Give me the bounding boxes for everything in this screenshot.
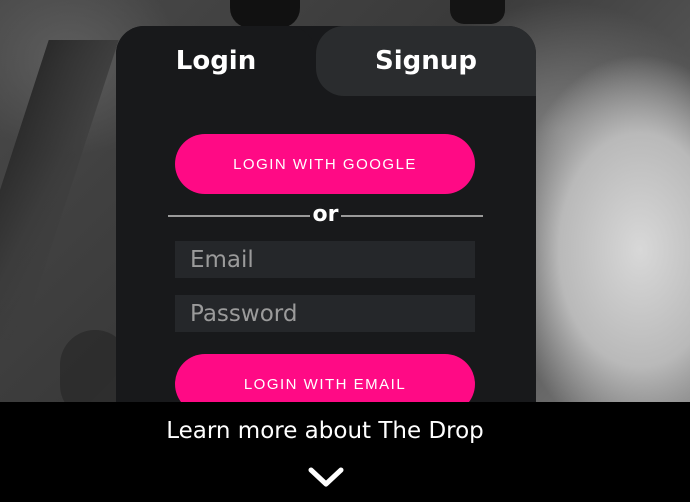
email-field[interactable]: [175, 241, 475, 278]
chevron-down-icon[interactable]: [308, 466, 344, 488]
password-field[interactable]: [175, 295, 475, 332]
divider-line: [168, 215, 310, 217]
tab-signup[interactable]: Signup: [316, 26, 536, 96]
background-shape: [450, 0, 505, 24]
auth-tabs: Login Signup: [116, 26, 536, 96]
learn-more-bar[interactable]: Learn more about The Drop: [0, 402, 690, 502]
login-with-google-button[interactable]: LOGIN WITH GOOGLE: [175, 134, 475, 194]
or-divider: or: [168, 202, 483, 227]
tab-login[interactable]: Login: [116, 26, 316, 96]
learn-more-text[interactable]: Learn more about The Drop: [0, 418, 650, 444]
background-shape: [230, 0, 300, 28]
divider-line: [341, 215, 483, 217]
auth-card: Login Signup LOGIN WITH GOOGLE or LOGIN …: [116, 26, 536, 426]
background-shape: [0, 40, 119, 340]
or-label: or: [312, 202, 339, 227]
